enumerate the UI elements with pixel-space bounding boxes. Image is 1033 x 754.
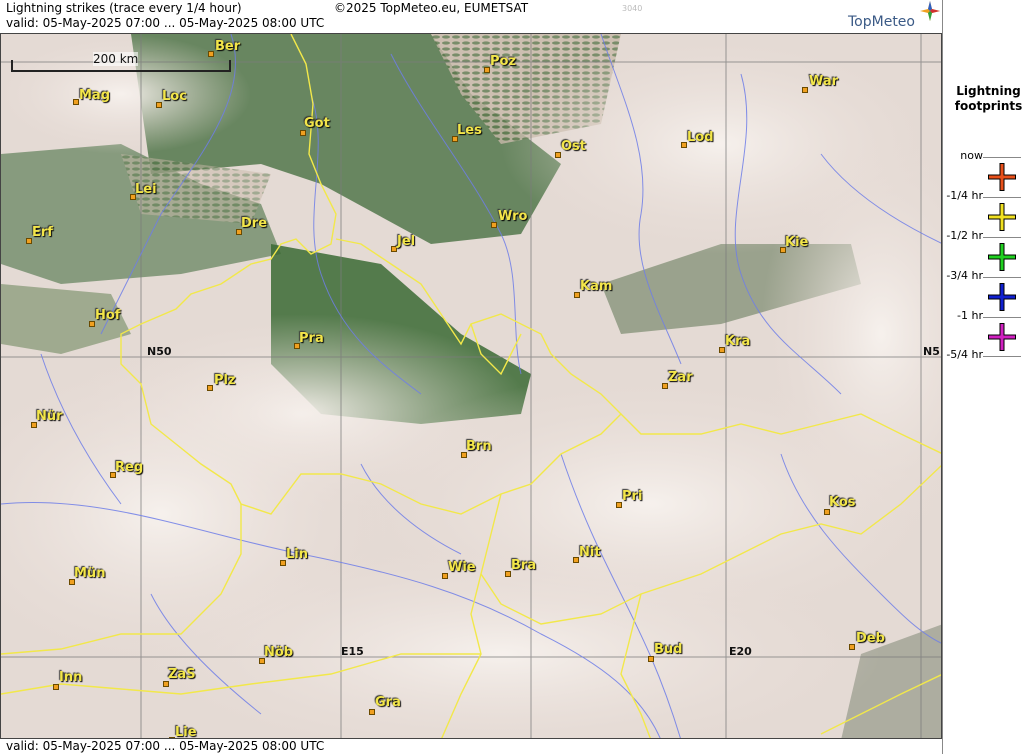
city-label: Erf xyxy=(32,225,53,240)
city-label: Hof xyxy=(95,308,121,323)
lightning-cross-yellow-icon xyxy=(988,203,1016,231)
legend-title-line2: footprints xyxy=(954,99,1023,113)
map-header: Lightning strikes (trace every 1/4 hour)… xyxy=(0,0,942,33)
city-label: Reg xyxy=(115,460,144,475)
lightning-cross-orange-icon xyxy=(988,163,1016,191)
legend-divider xyxy=(983,356,1021,357)
city-label: War xyxy=(809,74,839,89)
city-label: Lie xyxy=(175,725,197,739)
city-label: Bra xyxy=(511,558,537,573)
city-label: Brn xyxy=(466,439,492,454)
validity-bottom: valid: 05-May-2025 07:00 ... 05-May-2025… xyxy=(6,739,325,753)
city-label: Mün xyxy=(74,566,106,581)
city-label: Kie xyxy=(785,235,809,250)
lon-e15: E15 xyxy=(341,645,364,658)
city-label: Wie xyxy=(448,560,476,575)
validity-top: valid: 05-May-2025 07:00 ... 05-May-2025… xyxy=(6,16,325,30)
legend-label-now: now xyxy=(960,149,983,162)
legend-divider xyxy=(983,317,1021,318)
city-label: Got xyxy=(304,116,330,131)
lightning-cross-blue-icon xyxy=(988,283,1016,311)
lon-e20: E20 xyxy=(729,645,752,658)
city-label: Kra xyxy=(725,334,751,349)
city-label: Wro xyxy=(498,209,528,224)
city-label: Deb xyxy=(856,631,885,646)
city-dot xyxy=(849,644,855,650)
city-label: Loc xyxy=(162,89,187,104)
scale-label: 200 km xyxy=(93,52,139,66)
city-label: Kam xyxy=(580,279,613,294)
city-label: Bud xyxy=(654,642,683,657)
lat-n50-right: N5 xyxy=(923,345,940,358)
topmeteo-logo: TopMeteo xyxy=(848,14,915,30)
city-label: Plz xyxy=(214,373,236,388)
legend-divider xyxy=(983,237,1021,238)
lightning-cross-magenta-icon xyxy=(988,323,1016,351)
city-label: Zar xyxy=(668,370,693,385)
legend-title: Lightning footprints xyxy=(943,84,1033,114)
city-label: Inn xyxy=(59,670,83,685)
city-label: Ost xyxy=(561,139,587,154)
compass-star-icon xyxy=(920,1,940,21)
city-label: Poz xyxy=(490,54,517,69)
city-label: Les xyxy=(457,123,482,138)
city-label: Lei xyxy=(135,182,157,197)
city-dot xyxy=(491,222,497,228)
city-label: Jel xyxy=(397,234,416,249)
lat-n50-left: N50 xyxy=(147,345,172,358)
city-label: Lod xyxy=(687,130,714,145)
map-canvas xyxy=(1,34,941,738)
city-label: Nür xyxy=(36,409,63,424)
city-label: Dre xyxy=(241,216,268,231)
legend-title-line1: Lightning xyxy=(956,84,1021,98)
city-label: Pra xyxy=(299,331,324,346)
satellite-map[interactable]: 200 km N50 N5 E15 E20 Ber Poz War Mag Lo… xyxy=(0,33,942,739)
city-label: Ber xyxy=(215,39,241,54)
city-label: Pri xyxy=(622,489,643,504)
city-dot xyxy=(802,87,808,93)
city-label: Gra xyxy=(375,695,401,710)
city-label: ZaS xyxy=(168,667,196,682)
city-label: Mag xyxy=(79,88,111,103)
map-title: Lightning strikes (trace every 1/4 hour) xyxy=(6,1,242,15)
map-footer: valid: 05-May-2025 07:00 ... 05-May-2025… xyxy=(0,739,942,754)
legend-divider xyxy=(983,197,1021,198)
city-label: Kos xyxy=(829,495,856,510)
city-label: Nöb xyxy=(264,645,294,660)
city-dot xyxy=(207,385,213,391)
city-label: Lin xyxy=(286,547,308,562)
image-code: 3040 xyxy=(622,4,643,13)
legend-panel: Lightning footprints now -1/4 hr -1/2 hr… xyxy=(942,0,1033,754)
legend-divider xyxy=(983,277,1021,278)
city-label: Nit xyxy=(579,545,601,560)
legend-label-one-hour: -1 hr xyxy=(957,309,983,322)
legend-label-half: -1/2 hr xyxy=(946,229,983,242)
city-dot xyxy=(208,51,214,57)
legend-label-quarter: -1/4 hr xyxy=(946,189,983,202)
lightning-cross-green-icon xyxy=(988,243,1016,271)
copyright: ©2025 TopMeteo.eu, EUMETSAT xyxy=(334,1,529,15)
legend-divider xyxy=(983,157,1021,158)
legend-label-three-quarter: -3/4 hr xyxy=(946,269,983,282)
legend-label-five-quarter: -5/4 hr xyxy=(946,348,983,361)
